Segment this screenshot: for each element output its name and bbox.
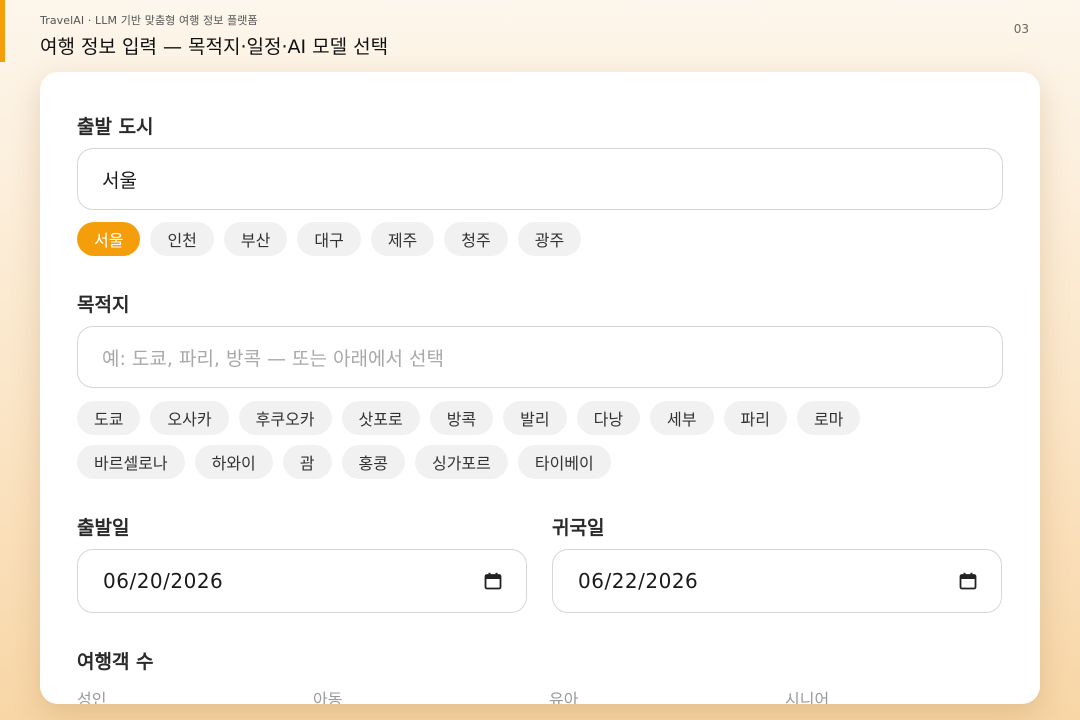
departure-label: 출발 도시 <box>77 116 154 138</box>
destination-chip[interactable]: 괌 <box>282 445 332 479</box>
destination-chip[interactable]: 홍콩 <box>341 445 405 479</box>
destination-chip[interactable]: 바르셀로나 <box>77 445 185 479</box>
page-subtitle: TravelAI · LLM 기반 맞춤형 여행 정보 플랫폼 <box>40 14 258 27</box>
traveler-type-labels: 성인 아동 유아 시니어 <box>77 686 1007 704</box>
destination-label: 목적지 <box>77 294 130 316</box>
destination-chip[interactable]: 타이베이 <box>517 445 611 479</box>
travelers-label: 여행객 수 <box>77 651 154 673</box>
destination-chip[interactable]: 오사카 <box>150 401 229 435</box>
departure-chip-incheon[interactable]: 인천 <box>150 222 214 256</box>
destination-chip[interactable]: 하와이 <box>194 445 273 479</box>
traveler-type-child: 아동 <box>313 690 343 704</box>
depart-date-value: 06/20/2026 <box>103 569 224 593</box>
traveler-type-senior: 시니어 <box>785 690 830 704</box>
departure-chip-jeju[interactable]: 제주 <box>370 222 435 256</box>
destination-chip[interactable]: 다낭 <box>576 401 641 435</box>
destination-chip[interactable]: 싱가포르 <box>414 445 508 479</box>
depart-date-input[interactable]: 06/20/2026 <box>77 549 527 613</box>
depart-date-label: 출발일 <box>77 517 130 539</box>
departure-chip-cheongju[interactable]: 청주 <box>444 222 508 256</box>
destination-input[interactable]: 예: 도쿄, 파리, 방콕 — 또는 아래에서 선택 <box>77 326 1003 388</box>
return-date-input[interactable]: 06/22/2026 <box>552 549 1002 613</box>
destination-chips-row-2: 바르셀로나 하와이 괌 홍콩 싱가포르 타이베이 <box>77 445 611 479</box>
destination-chip[interactable]: 도쿄 <box>77 401 141 435</box>
destination-chip[interactable]: 삿포로 <box>341 401 420 435</box>
return-date-value: 06/22/2026 <box>578 569 699 593</box>
destination-chip[interactable]: 후쿠오카 <box>238 401 332 435</box>
destination-chip[interactable]: 파리 <box>723 401 787 435</box>
page-header: TravelAI · LLM 기반 맞춤형 여행 정보 플랫폼 여행 정보 입력… <box>40 12 388 59</box>
accent-bar <box>0 0 5 62</box>
departure-chips: 서울 인천 부산 대구 제주 청주 광주 <box>77 222 582 256</box>
calendar-icon[interactable] <box>959 572 977 590</box>
departure-chip-seoul[interactable]: 서울 <box>77 222 141 256</box>
destination-chip[interactable]: 방콕 <box>429 401 494 435</box>
return-date-label: 귀국일 <box>552 517 605 539</box>
calendar-icon[interactable] <box>484 572 502 590</box>
page-number: 03 <box>1013 22 1029 36</box>
destination-chip[interactable]: 발리 <box>503 401 567 435</box>
departure-chip-daegu[interactable]: 대구 <box>297 222 361 256</box>
traveler-type-adult: 성인 <box>77 690 107 704</box>
destination-chip[interactable]: 로마 <box>796 401 861 435</box>
trip-form-card: 출발 도시 서울 서울 인천 부산 대구 제주 청주 광주 목적지 예: 도쿄,… <box>40 72 1040 704</box>
destination-chips-row-1: 도쿄 오사카 후쿠오카 삿포로 방콕 발리 다낭 세부 파리 로마 <box>77 401 861 435</box>
departure-input[interactable]: 서울 <box>77 148 1003 210</box>
destination-chip[interactable]: 세부 <box>650 401 714 435</box>
page-title: 여행 정보 입력 — 목적지·일정·AI 모델 선택 <box>40 36 389 58</box>
traveler-type-infant: 유아 <box>549 690 579 704</box>
departure-chip-busan[interactable]: 부산 <box>223 222 288 256</box>
departure-chip-gwangju[interactable]: 광주 <box>517 222 582 256</box>
